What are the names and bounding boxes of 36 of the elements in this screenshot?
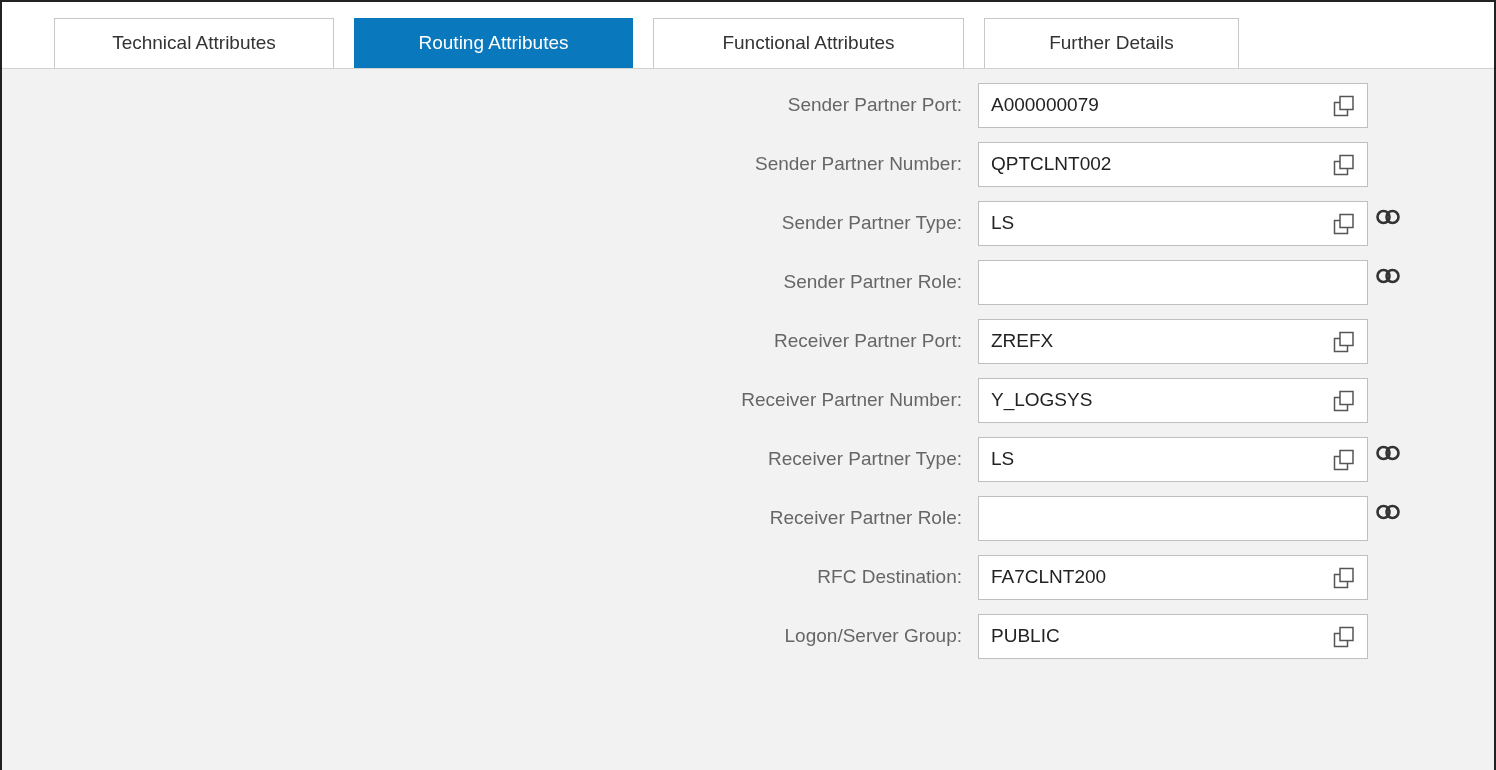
tab[interactable]: Routing Attributes [354,18,633,68]
field-label: Sender Partner Port: [786,93,962,118]
copy-icon[interactable] [1333,212,1355,235]
copy-icon[interactable] [1333,566,1355,589]
tab[interactable]: Functional Attributes [653,18,964,68]
field-label: Sender Partner Type: [780,211,962,236]
tab[interactable]: Technical Attributes [54,18,334,68]
link-icon[interactable] [1376,268,1400,284]
text-field[interactable]: Y_LOGSYS [978,378,1368,423]
text-field[interactable] [978,260,1368,305]
copy-icon[interactable] [1333,330,1355,353]
copy-icon[interactable] [1333,448,1355,471]
text-field[interactable]: PUBLIC [978,614,1368,659]
link-icon[interactable] [1376,504,1400,520]
copy-icon[interactable] [1333,153,1355,176]
text-field[interactable]: FA7CLNT200 [978,555,1368,600]
field-label: Receiver Partner Number: [740,388,962,413]
field-label: Receiver Partner Role: [768,506,962,531]
text-field[interactable]: A000000079 [978,83,1368,128]
tab[interactable]: Further Details [984,18,1239,68]
link-icon[interactable] [1376,209,1400,225]
text-field[interactable] [978,496,1368,541]
field-label: Logon/Server Group: [783,624,962,649]
field-label: Sender Partner Role: [782,270,962,295]
text-field[interactable]: LS [978,437,1368,482]
text-field[interactable]: LS [978,201,1368,246]
link-icon[interactable] [1376,445,1400,461]
field-label: RFC Destination: [816,565,962,590]
copy-icon[interactable] [1333,94,1355,117]
field-label: Sender Partner Number: [754,152,962,177]
text-field[interactable]: QPTCLNT002 [978,142,1368,187]
copy-icon[interactable] [1333,625,1355,648]
text-field[interactable]: ZREFX [978,319,1368,364]
field-label: Receiver Partner Port: [773,329,962,354]
copy-icon[interactable] [1333,389,1355,412]
field-label: Receiver Partner Type: [767,447,962,472]
